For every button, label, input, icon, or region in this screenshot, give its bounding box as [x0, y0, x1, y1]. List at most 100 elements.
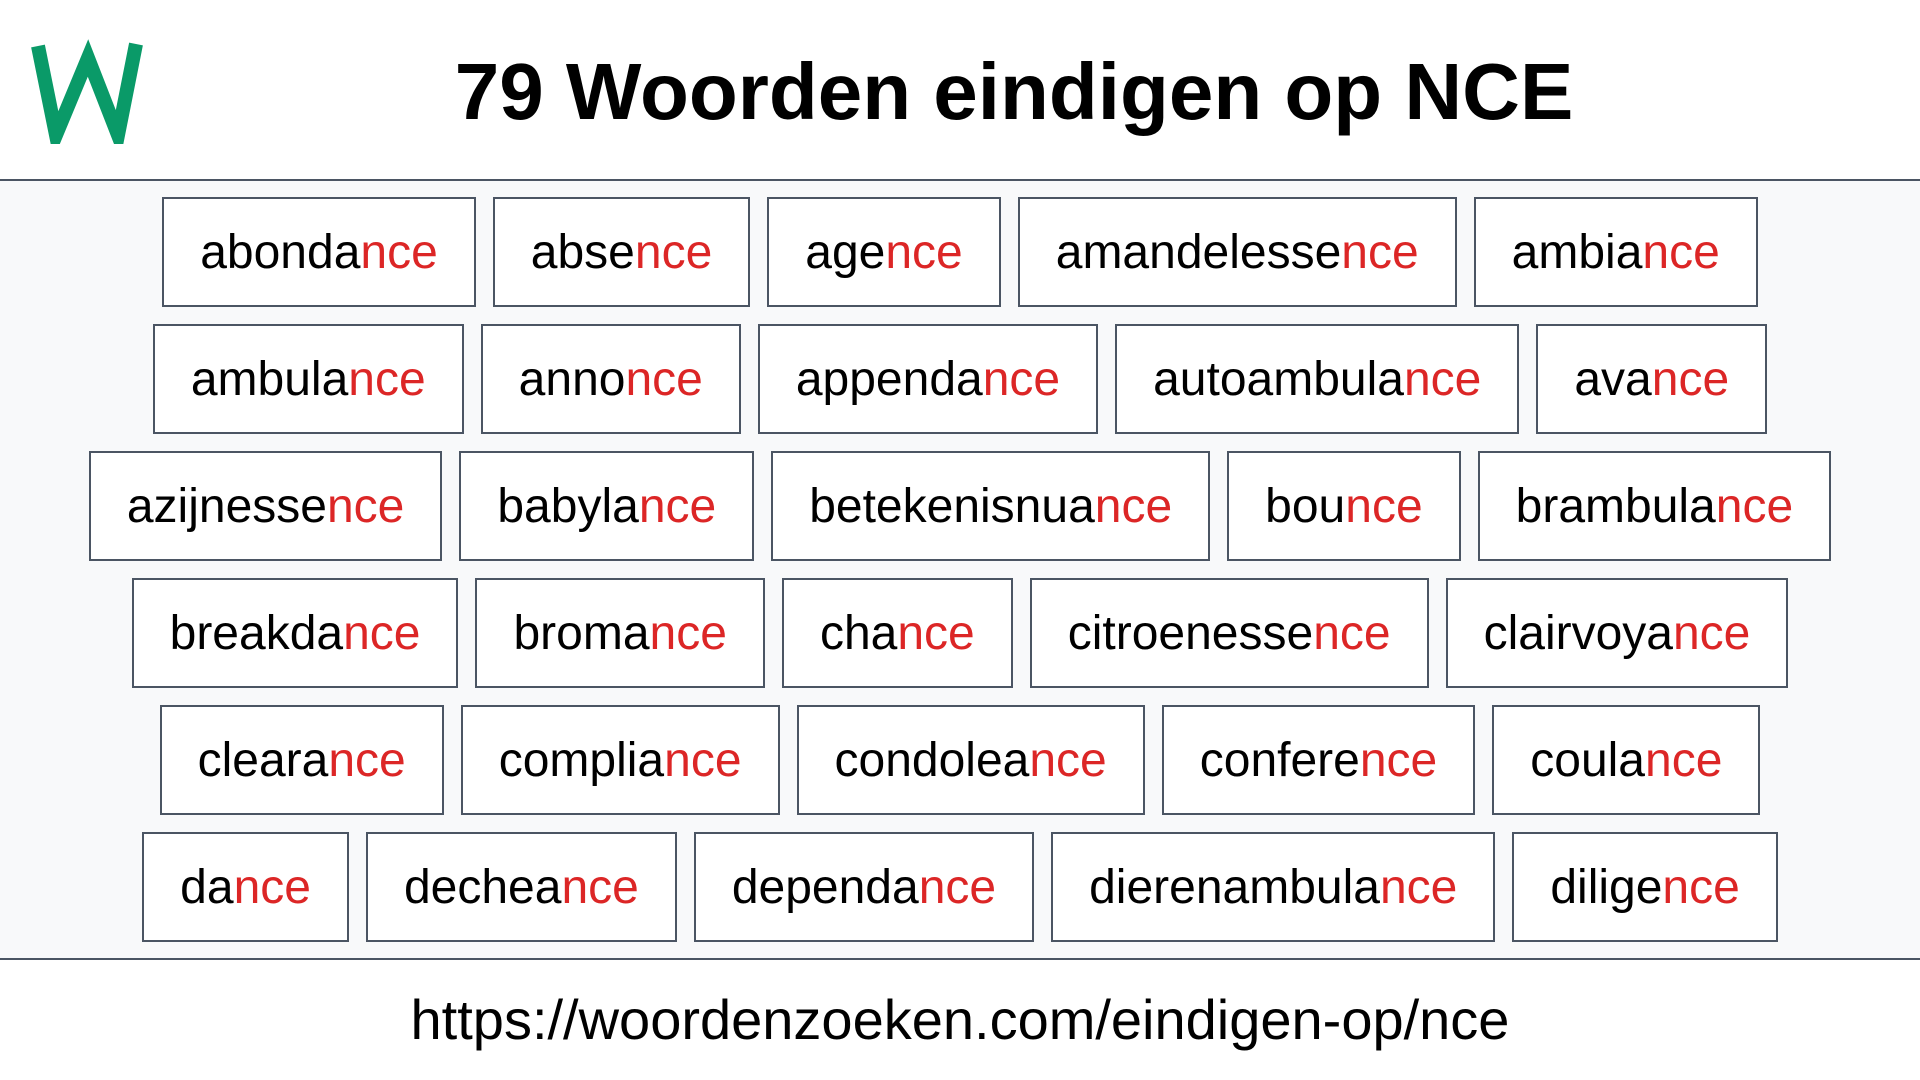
word-stem: abse [530, 225, 635, 279]
word-suffix-highlight: nce [649, 606, 727, 660]
word-suffix-highlight: nce [1094, 479, 1173, 533]
word-row: breakda nce broma nce cha nce citroenesse nce cl… [0, 578, 1920, 688]
word-stem: cleara [197, 733, 329, 787]
word-stem: anno [518, 352, 626, 406]
word-stem: broma [513, 606, 650, 660]
word-suffix-highlight: nce [897, 606, 975, 660]
word-stem: amandelesse [1055, 225, 1342, 279]
word-stem: betekenisnua [809, 479, 1095, 533]
word-row: azijnesse nce babyla nce betekenisnua nce bou n… [0, 451, 1920, 561]
footer-url-link[interactable]: https://woordenzoeken.com/eindigen-op/nc… [0, 980, 1920, 1060]
word-row: ambula nce anno nce appenda nce autoambula nce a… [0, 324, 1920, 434]
word-stem: cha [819, 606, 898, 660]
word-item[interactable]: abse nce [492, 197, 751, 307]
word-item[interactable]: citroenesse nce [1029, 578, 1429, 688]
word-suffix-highlight: nce [1645, 733, 1723, 787]
word-stem: coula [1530, 733, 1645, 787]
word-stem: dierenambula [1089, 860, 1380, 914]
word-row: abonda nce abse nce age nce amandelesse nce ambi… [0, 197, 1920, 307]
word-stem: ambula [190, 352, 349, 406]
word-stem: brambula [1515, 479, 1716, 533]
word-item[interactable]: anno nce [480, 324, 741, 434]
word-stem: babyla [497, 479, 639, 533]
word-item[interactable]: clairvoya nce [1445, 578, 1789, 688]
word-item[interactable]: babyla nce [459, 451, 755, 561]
word-row: cleara nce complia nce condolea nce confere nce… [0, 705, 1920, 815]
word-suffix-highlight: nce [638, 479, 717, 533]
page-footer: https://woordenzoeken.com/eindigen-op/nc… [0, 960, 1920, 1080]
word-suffix-highlight: nce [1715, 479, 1794, 533]
word-item[interactable]: coula nce [1492, 705, 1761, 815]
page-title: 79 Woorden eindigen op NCE [454, 47, 1574, 136]
word-stem: autoambula [1153, 352, 1404, 406]
word-item[interactable]: breakda nce [131, 578, 459, 688]
word-item[interactable]: amandelesse nce [1017, 197, 1457, 307]
word-stem: breakda [169, 606, 344, 660]
word-row: da nce dechea nce dependa nce dierenambula nce d… [0, 832, 1920, 942]
word-stem: citroenesse [1067, 606, 1314, 660]
word-suffix-highlight: nce [360, 225, 438, 279]
word-item[interactable]: ambia nce [1473, 197, 1758, 307]
word-suffix-highlight: nce [664, 733, 742, 787]
word-item[interactable]: broma nce [475, 578, 765, 688]
word-suffix-highlight: nce [1403, 352, 1482, 406]
word-item[interactable]: dierenambula nce [1051, 832, 1496, 942]
word-item[interactable]: complia nce [460, 705, 780, 815]
word-item[interactable]: autoambula nce [1115, 324, 1520, 434]
word-item[interactable]: ava nce [1536, 324, 1768, 434]
word-suffix-highlight: nce [885, 225, 963, 279]
word-stem: clairvoya [1483, 606, 1673, 660]
word-stem: da [180, 860, 234, 914]
word-suffix-highlight: nce [1672, 606, 1751, 660]
word-item[interactable]: betekenisnua nce [771, 451, 1211, 561]
word-suffix-highlight: nce [1345, 479, 1423, 533]
word-suffix-highlight: nce [348, 352, 426, 406]
word-item[interactable]: appenda nce [757, 324, 1099, 434]
word-stem: bou [1265, 479, 1346, 533]
word-stem: azijnesse [126, 479, 327, 533]
word-item[interactable]: brambula nce [1477, 451, 1832, 561]
word-suffix-highlight: nce [625, 352, 703, 406]
word-suffix-highlight: nce [1341, 225, 1419, 279]
word-item[interactable]: dependa nce [693, 832, 1035, 942]
word-stem: age [805, 225, 886, 279]
word-item[interactable]: cleara nce [159, 705, 444, 815]
word-stem: appenda [795, 352, 983, 406]
word-item[interactable]: dilige nce [1512, 832, 1778, 942]
word-suffix-highlight: nce [1651, 352, 1730, 406]
word-suffix-highlight: nce [982, 352, 1061, 406]
word-suffix-highlight: nce [1662, 860, 1740, 914]
word-stem: abonda [200, 225, 361, 279]
word-stem: dilige [1550, 860, 1663, 914]
word-stem: condolea [834, 733, 1030, 787]
word-suffix-highlight: nce [634, 225, 713, 279]
word-item[interactable]: ambula nce [152, 324, 464, 434]
word-item[interactable]: azijnesse nce [88, 451, 443, 561]
word-list-area: abonda nce abse nce age nce amandelesse nce ambi… [0, 181, 1920, 958]
word-stem: ambia [1511, 225, 1643, 279]
word-suffix-highlight: nce [561, 860, 639, 914]
word-suffix-highlight: nce [343, 606, 421, 660]
word-item[interactable]: dechea nce [365, 832, 677, 942]
word-item[interactable]: confere nce [1161, 705, 1476, 815]
word-stem: dependa [731, 860, 919, 914]
word-item[interactable]: age nce [767, 197, 1001, 307]
word-suffix-highlight: nce [1642, 225, 1720, 279]
word-stem: confere [1199, 733, 1360, 787]
word-stem: dechea [403, 860, 562, 914]
page-header: 79 Woorden eindigen op NCE [0, 0, 1920, 179]
word-suffix-highlight: nce [233, 860, 311, 914]
word-grid: abonda nce abse nce age nce amandelesse nce ambi… [0, 197, 1920, 959]
word-item[interactable]: condolea nce [796, 705, 1145, 815]
word-item[interactable]: cha nce [781, 578, 1013, 688]
word-suffix-highlight: nce [1379, 860, 1458, 914]
word-item[interactable]: da nce [142, 832, 349, 942]
word-stem: complia [498, 733, 665, 787]
word-suffix-highlight: nce [1359, 733, 1438, 787]
word-item[interactable]: bou nce [1227, 451, 1461, 561]
word-suffix-highlight: nce [1313, 606, 1391, 660]
word-item[interactable]: abonda nce [162, 197, 476, 307]
word-suffix-highlight: nce [328, 733, 406, 787]
word-suffix-highlight: nce [918, 860, 997, 914]
word-suffix-highlight: nce [1029, 733, 1107, 787]
